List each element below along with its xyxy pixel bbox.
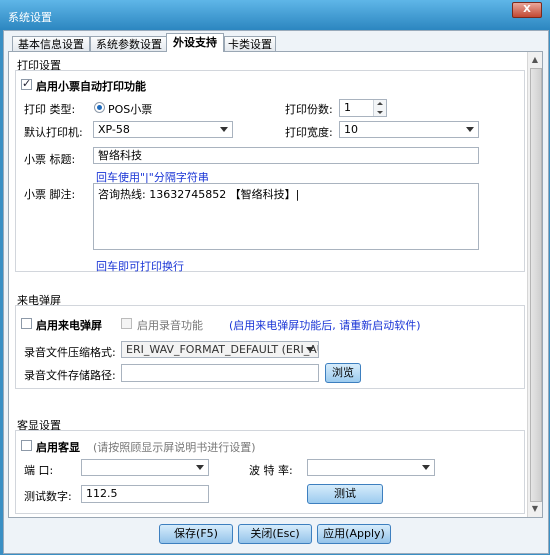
chevron-down-icon (196, 465, 204, 470)
scroll-down-icon[interactable]: ▼ (529, 502, 541, 516)
pos-receipt-label: POS小票 (108, 103, 153, 116)
copies-stepper[interactable]: 1 (339, 99, 387, 117)
caller-popup-checkbox[interactable] (21, 318, 32, 329)
copies-spin-icon[interactable] (373, 100, 386, 116)
tab-peripherals[interactable]: 外设支持 (166, 33, 224, 52)
scroll-up-icon[interactable]: ▲ (529, 53, 541, 67)
save-button[interactable]: 保存(F5) (159, 524, 233, 544)
printer-value: XP-58 (98, 123, 130, 136)
receipt-title-label: 小票 标题: (24, 153, 76, 166)
baud-label: 波 特 率: (249, 464, 293, 477)
record-format-value: ERI_WAV_FORMAT_DEFAULT (ERI_AUDI (126, 343, 319, 356)
port-label: 端 口: (24, 464, 54, 477)
baud-select[interactable] (307, 459, 435, 476)
receipt-footer-textarea[interactable]: 咨询热线: 13632745852 【智络科技】| (93, 183, 479, 250)
caller-notice: (启用来电弹屏功能后, 请重新启动软件) (229, 319, 421, 332)
print-width-select[interactable]: 10 (339, 121, 479, 138)
vertical-scrollbar[interactable]: ▲ ▼ (527, 52, 542, 517)
recording-label: 启用录音功能 (137, 319, 203, 332)
tab-system-params[interactable]: 系统参数设置 (90, 36, 168, 52)
scroll-thumb[interactable] (530, 68, 542, 502)
dialog-client: 基本信息设置 系统参数设置 外设支持 卡类设置 ▲ ▼ 打印设置 启用小票自动打… (3, 30, 549, 554)
print-width-value: 10 (344, 123, 358, 136)
test-number-input[interactable]: 112.5 (81, 485, 209, 503)
recording-checkbox[interactable] (121, 318, 132, 329)
record-format-select[interactable]: ERI_WAV_FORMAT_DEFAULT (ERI_AUDI (121, 341, 319, 358)
chevron-down-icon (422, 465, 430, 470)
peripherals-panel: ▲ ▼ 打印设置 启用小票自动打印功能 打印 类型: POS小票 打印份数: 1… (8, 51, 543, 518)
port-select[interactable] (81, 459, 209, 476)
pos-receipt-radio[interactable] (94, 102, 105, 113)
display-notice: (请按照顾显示屏说明书进行设置) (93, 441, 256, 454)
customer-display-checkbox[interactable] (21, 440, 32, 451)
window-title: 系统设置 (8, 11, 52, 24)
print-width-label: 打印宽度: (285, 126, 333, 139)
title-bar: 系统设置 X (0, 0, 550, 30)
receipt-footer-label: 小票 脚注: (24, 188, 76, 201)
close-button[interactable]: X (512, 2, 542, 18)
footer-hint: 回车即可打印换行 (96, 260, 184, 273)
record-path-input[interactable] (121, 364, 319, 382)
tab-card-settings[interactable]: 卡类设置 (224, 36, 276, 52)
printer-select[interactable]: XP-58 (93, 121, 233, 138)
browse-button[interactable]: 浏览 (325, 363, 361, 383)
test-number-label: 测试数字: (24, 490, 72, 503)
record-path-label: 录音文件存储路径: (24, 369, 116, 382)
copies-value: 1 (344, 101, 351, 114)
auto-print-label: 启用小票自动打印功能 (36, 80, 146, 93)
caller-popup-label: 启用来电弹屏 (36, 319, 102, 332)
copies-label: 打印份数: (285, 103, 333, 116)
auto-print-checkbox[interactable] (21, 77, 32, 90)
record-format-label: 录音文件压缩格式: (24, 346, 116, 359)
print-type-label: 打印 类型: (24, 103, 76, 116)
printer-label: 默认打印机: (24, 126, 83, 139)
chevron-down-icon (306, 347, 314, 352)
close-dialog-button[interactable]: 关闭(Esc) (238, 524, 312, 544)
tab-basic-info[interactable]: 基本信息设置 (12, 36, 90, 52)
chevron-down-icon (466, 127, 474, 132)
chevron-down-icon (220, 127, 228, 132)
test-button[interactable]: 测试 (307, 484, 383, 504)
customer-display-label: 启用客显 (36, 441, 80, 454)
receipt-title-input[interactable]: 智络科技 (93, 147, 479, 164)
apply-button[interactable]: 应用(Apply) (317, 524, 391, 544)
